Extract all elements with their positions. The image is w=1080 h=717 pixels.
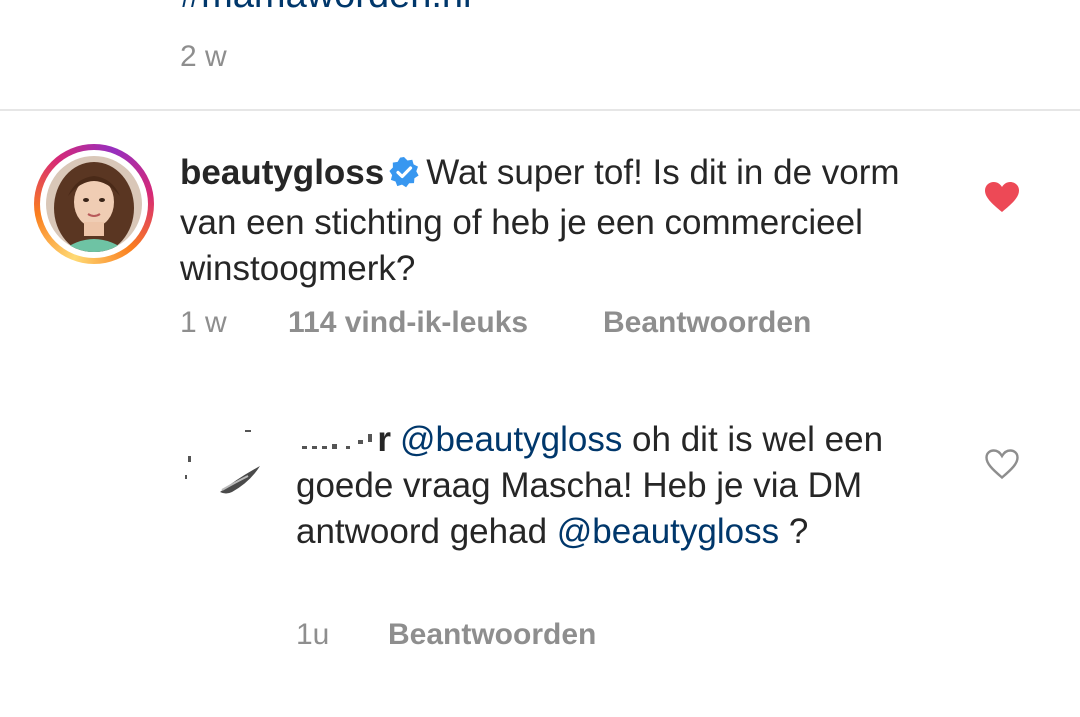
reply-reply-button[interactable]: Beantwoorden <box>388 618 596 652</box>
comment-time: 1 w <box>180 306 227 339</box>
divider <box>0 109 1080 111</box>
reply-mention-2[interactable]: @beautygloss <box>557 512 779 551</box>
verified-badge-icon <box>388 154 420 200</box>
comment-likes-count[interactable]: 114 vind-ik-leuks <box>288 306 528 340</box>
like-heart-outline-icon[interactable] <box>984 448 1020 485</box>
reply-username-redacted[interactable]: r <box>296 417 400 463</box>
avatar-photo <box>46 156 142 252</box>
comment-reply-button[interactable]: Beantwoorden <box>603 306 811 340</box>
like-heart-icon[interactable] <box>984 181 1020 218</box>
avatar[interactable] <box>34 144 154 264</box>
comment-username[interactable]: beautygloss <box>180 153 384 192</box>
reply-mention-1[interactable]: @beautygloss <box>400 420 622 459</box>
reply-text-2: ? <box>779 512 809 551</box>
reply-time: 1u <box>296 618 330 651</box>
reply-body: r @beautygloss oh dit is wel een goede v… <box>296 417 936 555</box>
previous-comment-time: 2 w <box>180 40 227 73</box>
comment-body: beautygloss Wat super tof! Is dit in de … <box>180 150 920 292</box>
reply-avatar[interactable] <box>180 420 270 515</box>
previous-comment-hashtag[interactable]: #mamaworden.nl <box>180 0 471 17</box>
